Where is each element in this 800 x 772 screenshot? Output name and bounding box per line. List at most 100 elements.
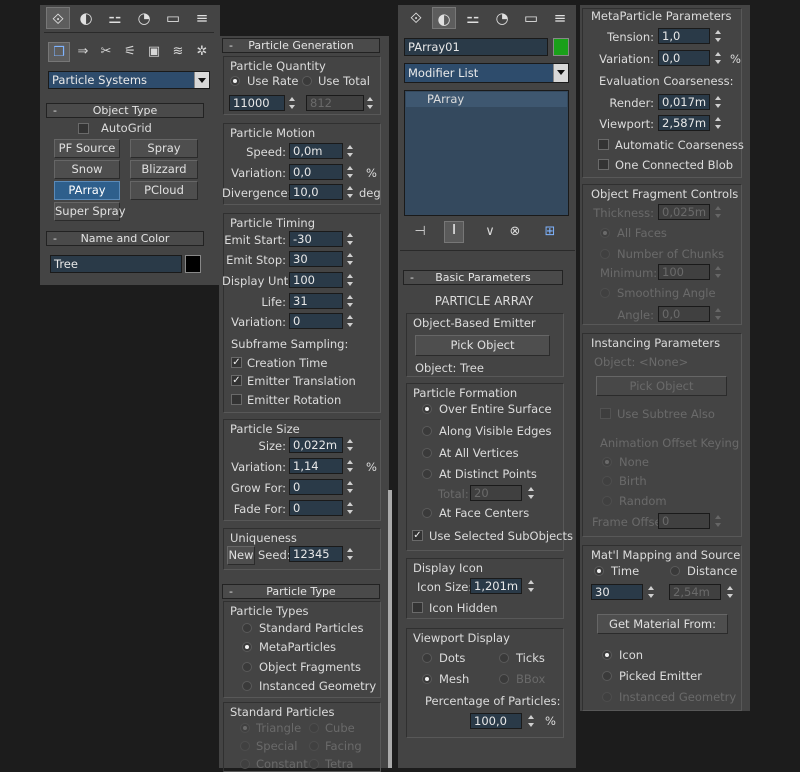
emit-start-field[interactable]: -30	[289, 231, 343, 247]
percentage-of-particles-field[interactable]: 100,0	[470, 713, 522, 729]
stack-item-parray[interactable]: PArray	[406, 92, 567, 107]
modify-object-color-swatch[interactable]	[553, 38, 569, 56]
seed-field[interactable]: 12345	[289, 546, 343, 562]
picked-emitter-radio[interactable]	[602, 671, 612, 681]
frame-offset-spinner[interactable]	[714, 513, 723, 529]
create-tab[interactable]: ⟐	[46, 7, 70, 29]
size-variation-field[interactable]: 1,14	[289, 458, 343, 474]
offset-random-radio[interactable]	[602, 496, 612, 506]
viewport-coarseness-spinner[interactable]	[714, 115, 723, 131]
tension-variation-spinner[interactable]	[714, 50, 723, 66]
automatic-coarseness-checkbox[interactable]	[598, 139, 609, 150]
utilities-tab[interactable]: ≡	[190, 7, 214, 29]
speed-spinner[interactable]	[346, 143, 355, 159]
total-spinner[interactable]	[366, 95, 375, 111]
modify-tab[interactable]: ◐	[74, 7, 98, 29]
fade-for-spinner[interactable]	[346, 500, 355, 516]
mapping-time-radio[interactable]	[594, 566, 604, 576]
material-icon-radio[interactable]	[602, 650, 612, 660]
speed-field[interactable]: 0,0m	[289, 143, 343, 159]
material-instanced-geometry-radio[interactable]	[602, 692, 612, 702]
display-tab-2[interactable]: ▭	[519, 7, 543, 29]
over-entire-surface-radio[interactable]	[422, 404, 432, 414]
at-face-centers-radio[interactable]	[422, 508, 432, 518]
blizzard-button[interactable]: Blizzard	[130, 160, 198, 179]
hierarchy-tab-2[interactable]: ⚍	[461, 7, 485, 29]
motion-variation-field[interactable]: 0,0	[289, 164, 343, 180]
ticks-radio[interactable]	[499, 653, 509, 663]
life-spinner[interactable]	[346, 293, 355, 309]
display-tab[interactable]: ▭	[161, 7, 185, 29]
category-dropdown[interactable]: Particle Systems	[48, 71, 210, 89]
divergence-spinner[interactable]	[346, 184, 355, 200]
size-spinner[interactable]	[346, 437, 355, 453]
panel-scrollbar[interactable]	[388, 490, 392, 768]
number-of-chunks-radio[interactable]	[600, 249, 610, 259]
smoothing-angle-radio[interactable]	[600, 288, 610, 298]
one-connected-blob-checkbox[interactable]	[598, 159, 609, 170]
mapping-time-field[interactable]: 30	[591, 584, 643, 600]
modifier-stack-list[interactable]	[404, 90, 569, 216]
tension-variation-field[interactable]: 0,0	[658, 50, 710, 66]
mapping-distance-spinner[interactable]	[726, 584, 735, 600]
pick-object-button[interactable]: Pick Object	[415, 335, 550, 356]
rate-field[interactable]: 11000	[229, 95, 285, 111]
special-radio[interactable]	[240, 741, 250, 751]
modify-tab-2[interactable]: ◐	[432, 7, 456, 29]
systems-category[interactable]: ✲	[192, 43, 212, 61]
lights-category[interactable]: ✂	[96, 43, 116, 61]
tension-spinner[interactable]	[714, 28, 723, 44]
create-tab-2[interactable]: ⟐	[404, 7, 428, 29]
seed-spinner[interactable]	[346, 546, 355, 562]
instanced-geometry-radio[interactable]	[242, 681, 252, 691]
bbox-radio[interactable]	[499, 674, 509, 684]
size-variation-spinner[interactable]	[346, 458, 355, 474]
chunks-minimum-field[interactable]: 100	[658, 264, 710, 280]
offset-birth-radio[interactable]	[602, 476, 612, 486]
cameras-category[interactable]: ⚟	[120, 43, 140, 61]
emitter-translation-checkbox[interactable]: ✓	[231, 375, 242, 386]
distinct-total-field[interactable]: 20	[470, 485, 522, 501]
render-coarseness-spinner[interactable]	[714, 94, 723, 110]
object-fragments-radio[interactable]	[242, 662, 252, 672]
parray-button[interactable]: PArray	[54, 181, 120, 200]
tension-field[interactable]: 1,0	[658, 28, 710, 44]
emit-stop-field[interactable]: 30	[289, 251, 343, 267]
modifier-list-dropdown[interactable]: Modifier List	[404, 63, 569, 83]
instancing-pick-object-button[interactable]: Pick Object	[596, 376, 727, 396]
autogrid-checkbox[interactable]	[78, 123, 89, 134]
dots-radio[interactable]	[422, 653, 432, 663]
grow-for-field[interactable]: 0	[289, 479, 343, 495]
at-all-vertices-radio[interactable]	[422, 448, 432, 458]
cube-radio[interactable]	[309, 723, 319, 733]
mapping-distance-field[interactable]: 2,54m	[669, 584, 721, 600]
get-material-from-button[interactable]: Get Material From:	[597, 614, 728, 634]
smoothing-angle-field[interactable]: 0,0	[658, 306, 710, 322]
icon-size-field[interactable]: 1,201m	[470, 578, 522, 594]
modify-object-name-field[interactable]: PArray01	[404, 38, 548, 56]
use-subtree-also-checkbox[interactable]	[600, 408, 611, 419]
motion-variation-spinner[interactable]	[346, 164, 355, 180]
use-total-radio[interactable]	[302, 76, 312, 86]
facing-radio[interactable]	[309, 741, 319, 751]
fade-for-field[interactable]: 0	[289, 500, 343, 516]
remove-modifier-button[interactable]: ⊗	[505, 223, 525, 241]
render-coarseness-field[interactable]: 0,017m	[658, 94, 710, 110]
emitter-rotation-checkbox[interactable]	[231, 394, 242, 405]
size-field[interactable]: 0,022m	[289, 437, 343, 453]
emit-start-spinner[interactable]	[346, 231, 355, 247]
pin-stack-button[interactable]: ⊣	[410, 223, 430, 241]
object-name-field[interactable]: Tree	[50, 255, 182, 273]
total-field[interactable]: 812	[306, 95, 364, 111]
super-spray-button[interactable]: Super Spray	[54, 202, 126, 221]
all-faces-radio[interactable]	[600, 228, 610, 238]
motion-tab[interactable]: ◔	[132, 7, 156, 29]
particle-type-rollout-header[interactable]: - Particle Type	[222, 584, 380, 599]
triangle-radio[interactable]	[240, 723, 250, 733]
name-color-rollout-header[interactable]: - Name and Color	[46, 231, 204, 246]
shapes-category[interactable]: ⇒	[73, 43, 93, 61]
motion-tab-2[interactable]: ◔	[490, 7, 514, 29]
snow-button[interactable]: Snow	[54, 160, 120, 179]
life-variation-spinner[interactable]	[346, 313, 355, 329]
thickness-spinner[interactable]	[714, 204, 723, 220]
